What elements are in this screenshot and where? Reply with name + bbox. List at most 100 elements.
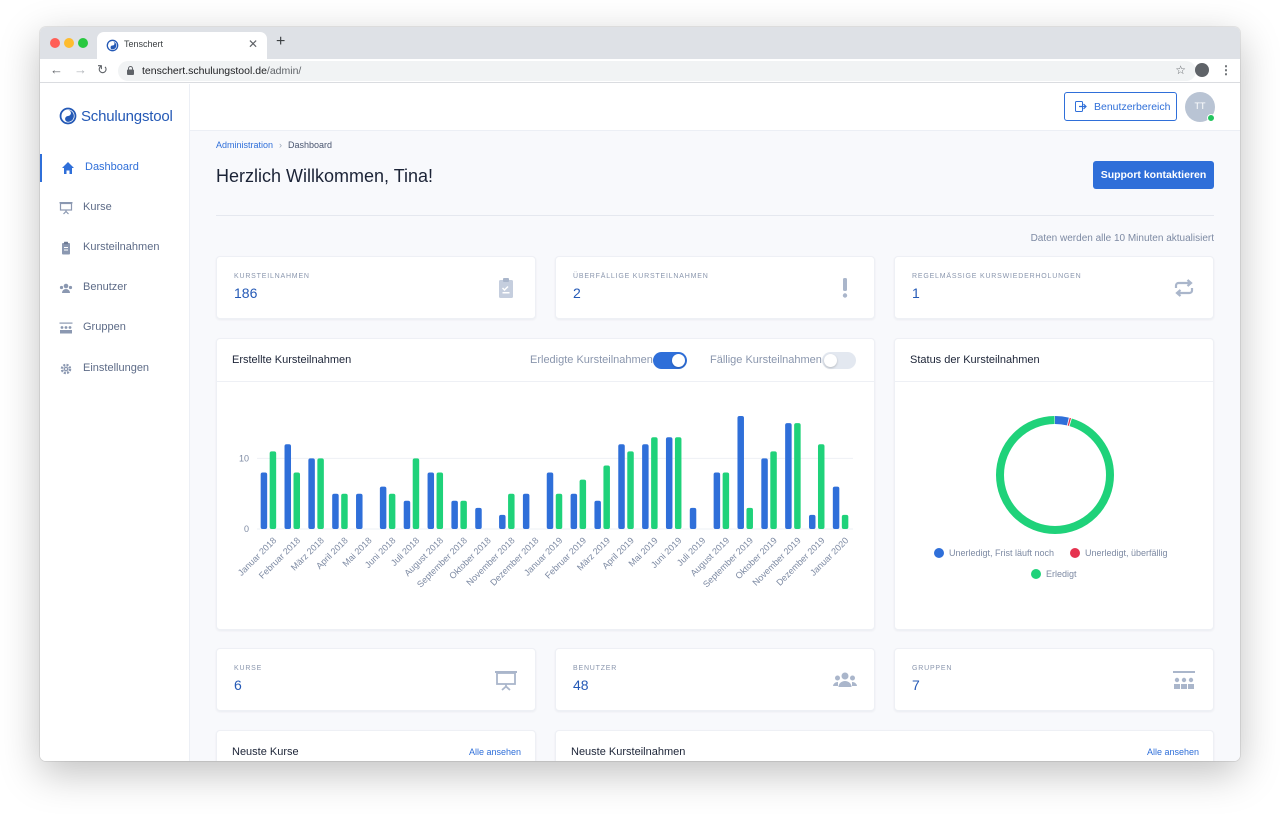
stat-card-repeats[interactable]: Regelmässige Kurswiederholungen 1 xyxy=(894,256,1214,319)
users-icon xyxy=(833,672,857,687)
toggle-knob xyxy=(672,354,685,367)
legend-dot xyxy=(1070,548,1080,558)
url-host: tenschert.schulungstool.de xyxy=(142,65,267,77)
minimize-window-dot[interactable] xyxy=(64,38,74,48)
sidebar-item-kursteilnahmen[interactable]: Kursteilnahmen xyxy=(40,234,190,262)
bar-created[interactable] xyxy=(332,493,339,529)
browser-tab[interactable]: Tenschert ✕ xyxy=(97,32,267,59)
sidebar-item-label: Gruppen xyxy=(83,321,126,333)
toggle-completed-label: Erledigte Kursteilnahmen xyxy=(530,354,653,366)
stat-card-kurse[interactable]: Kurse 6 xyxy=(216,648,536,711)
recent-courses-view-all-link[interactable]: Alle ansehen xyxy=(469,747,521,757)
clipboard-icon xyxy=(62,241,70,255)
sidebar-item-benutzer[interactable]: Benutzer xyxy=(40,274,190,302)
bar-created[interactable] xyxy=(761,458,768,529)
donut-slice-2[interactable] xyxy=(996,416,1114,534)
bar-created[interactable] xyxy=(284,444,292,529)
bar-created[interactable] xyxy=(785,423,792,529)
sidebar-item-dashboard[interactable]: Dashboard xyxy=(40,154,190,182)
stat-card-kursteilnahmen[interactable]: Kursteilnahmen 186 xyxy=(216,256,536,319)
bar-completed[interactable] xyxy=(746,507,753,529)
bar-chart-card: Erstellte Kursteilnahmen Erledigte Kurst… xyxy=(216,338,875,630)
bar-created[interactable] xyxy=(308,458,315,529)
bar-completed[interactable] xyxy=(508,493,515,529)
close-window-dot[interactable] xyxy=(50,38,60,48)
maximize-window-dot[interactable] xyxy=(78,38,88,48)
logo-text: Schulungstool xyxy=(81,108,173,125)
browser-profile-icon[interactable] xyxy=(1195,63,1209,77)
bar-created[interactable] xyxy=(522,493,530,529)
bar-created[interactable] xyxy=(356,493,363,529)
bar-created[interactable] xyxy=(499,514,506,529)
breadcrumb-administration[interactable]: Administration xyxy=(216,140,273,150)
toggle-due[interactable] xyxy=(822,352,856,369)
bar-completed[interactable] xyxy=(269,451,277,529)
sidebar-item-einstellungen[interactable]: Einstellungen xyxy=(40,355,190,383)
sidebar-item-gruppen[interactable]: Gruppen xyxy=(40,314,190,342)
bookmark-star-icon[interactable]: ☆ xyxy=(1175,63,1186,77)
support-button[interactable]: Support kontaktieren xyxy=(1093,161,1214,189)
bar-completed[interactable] xyxy=(651,437,658,529)
bar-created[interactable] xyxy=(832,486,840,529)
bar-completed[interactable] xyxy=(412,458,420,529)
bar-completed[interactable] xyxy=(317,458,324,529)
reload-icon[interactable]: ↻ xyxy=(97,62,108,78)
bar-created[interactable] xyxy=(689,507,697,529)
bar-created[interactable] xyxy=(808,514,816,529)
bar-created[interactable] xyxy=(475,507,482,529)
bar-completed[interactable] xyxy=(579,479,587,529)
legend-item-pending[interactable]: Unerledigt, Frist läuft noch xyxy=(934,548,1054,558)
stat-label: Kurse xyxy=(234,665,263,672)
bar-completed[interactable] xyxy=(722,472,730,529)
bar-created[interactable] xyxy=(570,493,578,529)
home-icon xyxy=(62,162,74,174)
recent-enrollments-view-all-link[interactable]: Alle ansehen xyxy=(1147,747,1199,757)
stat-label: Kursteilnahmen xyxy=(234,273,310,280)
bar-completed[interactable] xyxy=(817,444,825,529)
toggle-completed[interactable] xyxy=(653,352,687,369)
avatar[interactable]: TT xyxy=(1185,92,1215,122)
address-bar[interactable]: tenschert.schulungstool.de/admin/ ☆ xyxy=(118,61,1196,81)
bar-completed[interactable] xyxy=(674,437,682,529)
bar-created[interactable] xyxy=(642,444,649,529)
bar-created[interactable] xyxy=(665,437,673,529)
bar-completed[interactable] xyxy=(293,472,301,529)
app: Schulungstool Dashboard Kurse Kursteilnahm… xyxy=(40,84,1240,761)
bar-completed[interactable] xyxy=(341,493,348,529)
tab-close-icon[interactable]: ✕ xyxy=(248,37,258,51)
stat-label: Überfällige Kursteilnahmen xyxy=(573,273,709,280)
bar-created[interactable] xyxy=(546,472,554,529)
bar-completed[interactable] xyxy=(603,465,610,529)
bar-created[interactable] xyxy=(618,444,625,529)
bar-completed[interactable] xyxy=(627,451,634,529)
bar-created[interactable] xyxy=(451,500,458,529)
bar-completed[interactable] xyxy=(436,472,444,529)
stat-card-benutzer[interactable]: Benutzer 48 xyxy=(555,648,875,711)
back-arrow-icon[interactable]: ← xyxy=(50,62,63,77)
stat-card-overdue[interactable]: Überfällige Kursteilnahmen 2 xyxy=(555,256,875,319)
bar-completed[interactable] xyxy=(770,451,777,529)
legend-item-overdue[interactable]: Unerledigt, überfällig xyxy=(1070,548,1168,558)
bar-completed[interactable] xyxy=(388,493,396,529)
legend-item-done[interactable]: Erledigt xyxy=(1031,569,1077,579)
bar-created[interactable] xyxy=(427,472,435,529)
bar-completed[interactable] xyxy=(555,493,563,529)
new-tab-icon[interactable]: + xyxy=(276,33,285,51)
repeat-icon xyxy=(1174,279,1194,297)
bar-created[interactable] xyxy=(594,500,601,529)
stat-card-gruppen[interactable]: Gruppen 7 xyxy=(894,648,1214,711)
user-area-button[interactable]: Benutzerbereich xyxy=(1064,92,1177,121)
bar-created[interactable] xyxy=(403,500,411,529)
bar-completed[interactable] xyxy=(841,514,849,529)
bar-created[interactable] xyxy=(379,486,387,529)
bar-completed[interactable] xyxy=(460,500,467,529)
forward-arrow-icon[interactable]: → xyxy=(74,62,87,77)
legend-dot xyxy=(934,548,944,558)
bar-created[interactable] xyxy=(713,472,721,529)
stat-value: 2 xyxy=(573,285,581,301)
sidebar-item-kurse[interactable]: Kurse xyxy=(40,194,190,222)
bar-created[interactable] xyxy=(260,472,268,529)
browser-menu-icon[interactable]: ⋮ xyxy=(1220,63,1232,77)
bar-created[interactable] xyxy=(737,416,744,529)
bar-completed[interactable] xyxy=(794,423,801,529)
